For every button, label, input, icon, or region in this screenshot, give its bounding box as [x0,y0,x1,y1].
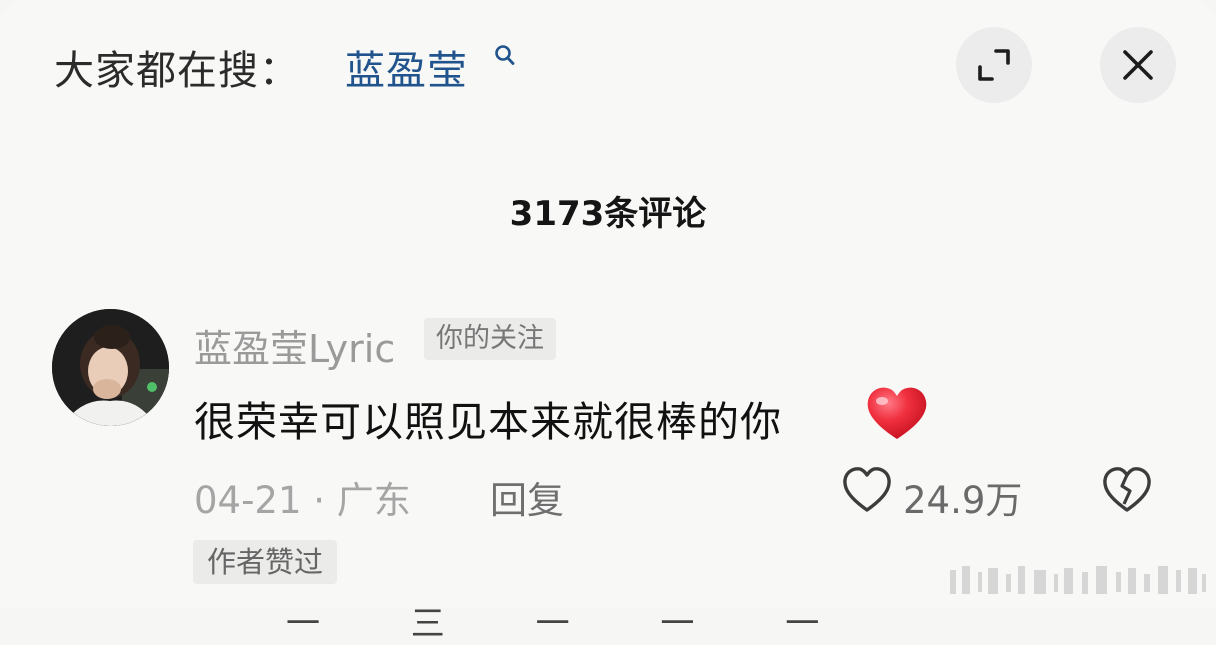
reply-button[interactable]: 回复 [490,470,564,524]
broken-heart-icon[interactable] [1101,466,1153,514]
author-liked-badge: 作者赞过 [193,540,338,584]
search-icon[interactable] [493,44,517,68]
comment-username[interactable]: 蓝盈莹Lyric [194,318,395,373]
close-icon [1123,50,1153,80]
next-comment-peek: 一 三 一 一 一 [286,604,860,644]
comment-panel: 大家都在搜： 蓝盈莹 3173条评论 蓝盈莹Lyric 你的关注 很荣幸可以照见… [0,0,1216,644]
watermark-scribble [950,566,1206,594]
red-heart-emoji [867,387,927,439]
close-button[interactable] [1100,27,1176,103]
follow-badge: 你的关注 [424,318,556,360]
avatar[interactable] [52,309,169,426]
comment-count-title: 3173条评论 [509,194,707,234]
expand-button[interactable] [956,27,1032,103]
comment-date-location: 04-21 · 广东 [194,479,411,522]
expand-icon [978,49,1010,81]
comment-text: 很荣幸可以照见本来就很棒的你 [194,398,782,446]
trending-search-prefix: 大家都在搜： [54,48,300,94]
heart-outline-icon[interactable] [841,466,893,514]
like-count: 24.9万 [903,479,1023,522]
avatar-photo [52,309,169,426]
trending-search-term[interactable]: 蓝盈莹 [345,38,468,96]
